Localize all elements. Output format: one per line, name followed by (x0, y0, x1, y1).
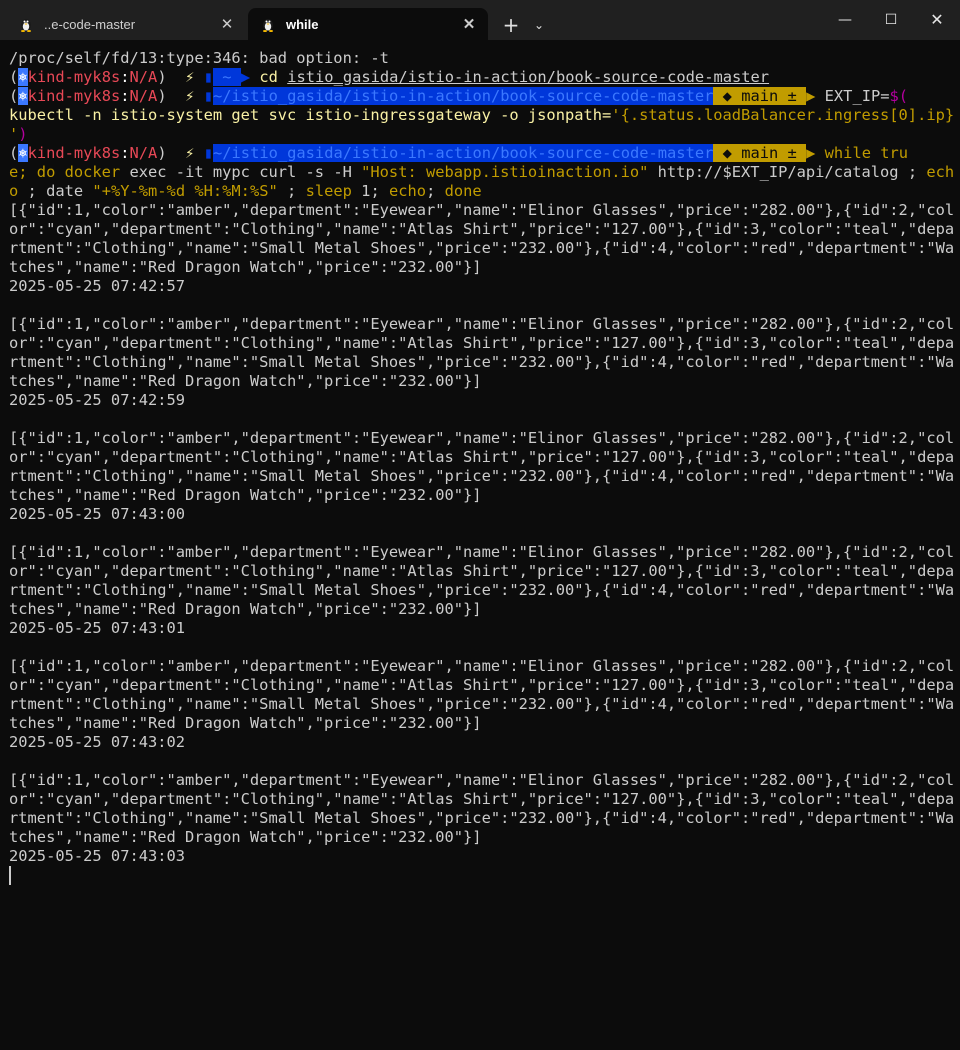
command-continuation: kubectl -n istio-system get svc istio-in… (9, 106, 955, 124)
maximize-button[interactable]: ☐ (868, 0, 914, 40)
prompt-line-1: (⎈kind-myk8s:N/A) ⚡ ▮ ~ ▶ cd istio_gasid… (9, 68, 770, 86)
prompt-line-3: (⎈kind-myk8s:N/A) ⚡ ▮~/istio_gasida/isti… (9, 144, 909, 162)
output-line: rtment":"Clothing","name":"Small Metal S… (9, 695, 955, 713)
output-line: [{"id":1,"color":"amber","department":"E… (9, 771, 955, 789)
output-line: rtment":"Clothing","name":"Small Metal S… (9, 353, 955, 371)
output-line: tches","name":"Red Dragon Watch","price"… (9, 372, 482, 390)
output-line: tches","name":"Red Dragon Watch","price"… (9, 714, 482, 732)
command-continuation: e; do docker exec -it mypc curl -s -H "H… (9, 163, 955, 181)
kubernetes-icon: ⎈ (18, 68, 28, 86)
tab-close-icon[interactable]: ✕ (216, 15, 238, 33)
tab-title: ..e-code-master (44, 16, 136, 32)
output-line: tches","name":"Red Dragon Watch","price"… (9, 828, 482, 846)
tab-dropdown-chevron-icon[interactable]: ⌄ (528, 12, 550, 38)
kubernetes-icon: ⎈ (18, 144, 28, 162)
timestamp-line: 2025-05-25 07:43:00 (9, 505, 186, 523)
output-line: or":"cyan","department":"Clothing","name… (9, 448, 955, 466)
linux-penguin-icon (21, 19, 31, 32)
bolt-icon: ⚡ (185, 87, 195, 105)
tab-close-icon[interactable]: ✕ (458, 15, 480, 33)
command-continuation: ') (9, 125, 28, 143)
output-line: tches","name":"Red Dragon Watch","price"… (9, 258, 482, 276)
output-line: [{"id":1,"color":"amber","department":"E… (9, 429, 955, 447)
timestamp-line: 2025-05-25 07:42:57 (9, 277, 186, 295)
timestamp-line: 2025-05-25 07:43:03 (9, 847, 186, 865)
terminal-pane[interactable]: /proc/self/fd/13:type:346: bad option: -… (0, 41, 960, 1050)
text-cursor (9, 866, 11, 885)
output-line: or":"cyan","department":"Clothing","name… (9, 676, 955, 694)
close-window-button[interactable]: ✕ (914, 0, 960, 40)
new-tab-button[interactable]: + (498, 12, 524, 38)
output-line: or":"cyan","department":"Clothing","name… (9, 562, 955, 580)
tab-book-source[interactable]: ..e-code-master ✕ (6, 8, 246, 40)
tab-while[interactable]: while ✕ (248, 8, 488, 40)
command-continuation: o ; date "+%Y-%m-%d %H:%M:%S" ; sleep 1;… (9, 182, 482, 200)
timestamp-line: 2025-05-25 07:43:01 (9, 619, 186, 637)
output-line: rtment":"Clothing","name":"Small Metal S… (9, 809, 955, 827)
prompt-line-2: (⎈kind-myk8s:N/A) ⚡ ▮~/istio_gasida/isti… (9, 87, 909, 105)
output-line: or":"cyan","department":"Clothing","name… (9, 220, 955, 238)
linux-penguin-icon (263, 19, 273, 32)
output-line: or":"cyan","department":"Clothing","name… (9, 790, 955, 808)
output-line: rtment":"Clothing","name":"Small Metal S… (9, 467, 955, 485)
output-line: tches","name":"Red Dragon Watch","price"… (9, 600, 482, 618)
output-line: [{"id":1,"color":"amber","department":"E… (9, 543, 955, 561)
timestamp-line: 2025-05-25 07:43:02 (9, 733, 186, 751)
output-line: [{"id":1,"color":"amber","department":"E… (9, 315, 955, 333)
bolt-icon: ⚡ (185, 68, 195, 86)
tab-title: while (286, 16, 319, 32)
title-bar: ..e-code-master ✕ while ✕ + ⌄ — ☐ ✕ (0, 0, 960, 40)
bolt-icon: ⚡ (185, 144, 195, 162)
error-line: /proc/self/fd/13:type:346: bad option: -… (9, 49, 389, 67)
timestamp-line: 2025-05-25 07:42:59 (9, 391, 186, 409)
output-line: [{"id":1,"color":"amber","department":"E… (9, 657, 955, 675)
output-line: rtment":"Clothing","name":"Small Metal S… (9, 581, 955, 599)
output-line: [{"id":1,"color":"amber","department":"E… (9, 201, 955, 219)
output-line: rtment":"Clothing","name":"Small Metal S… (9, 239, 955, 257)
kubernetes-icon: ⎈ (18, 87, 28, 105)
minimize-button[interactable]: — (822, 0, 868, 40)
output-line: or":"cyan","department":"Clothing","name… (9, 334, 955, 352)
output-line: tches","name":"Red Dragon Watch","price"… (9, 486, 482, 504)
